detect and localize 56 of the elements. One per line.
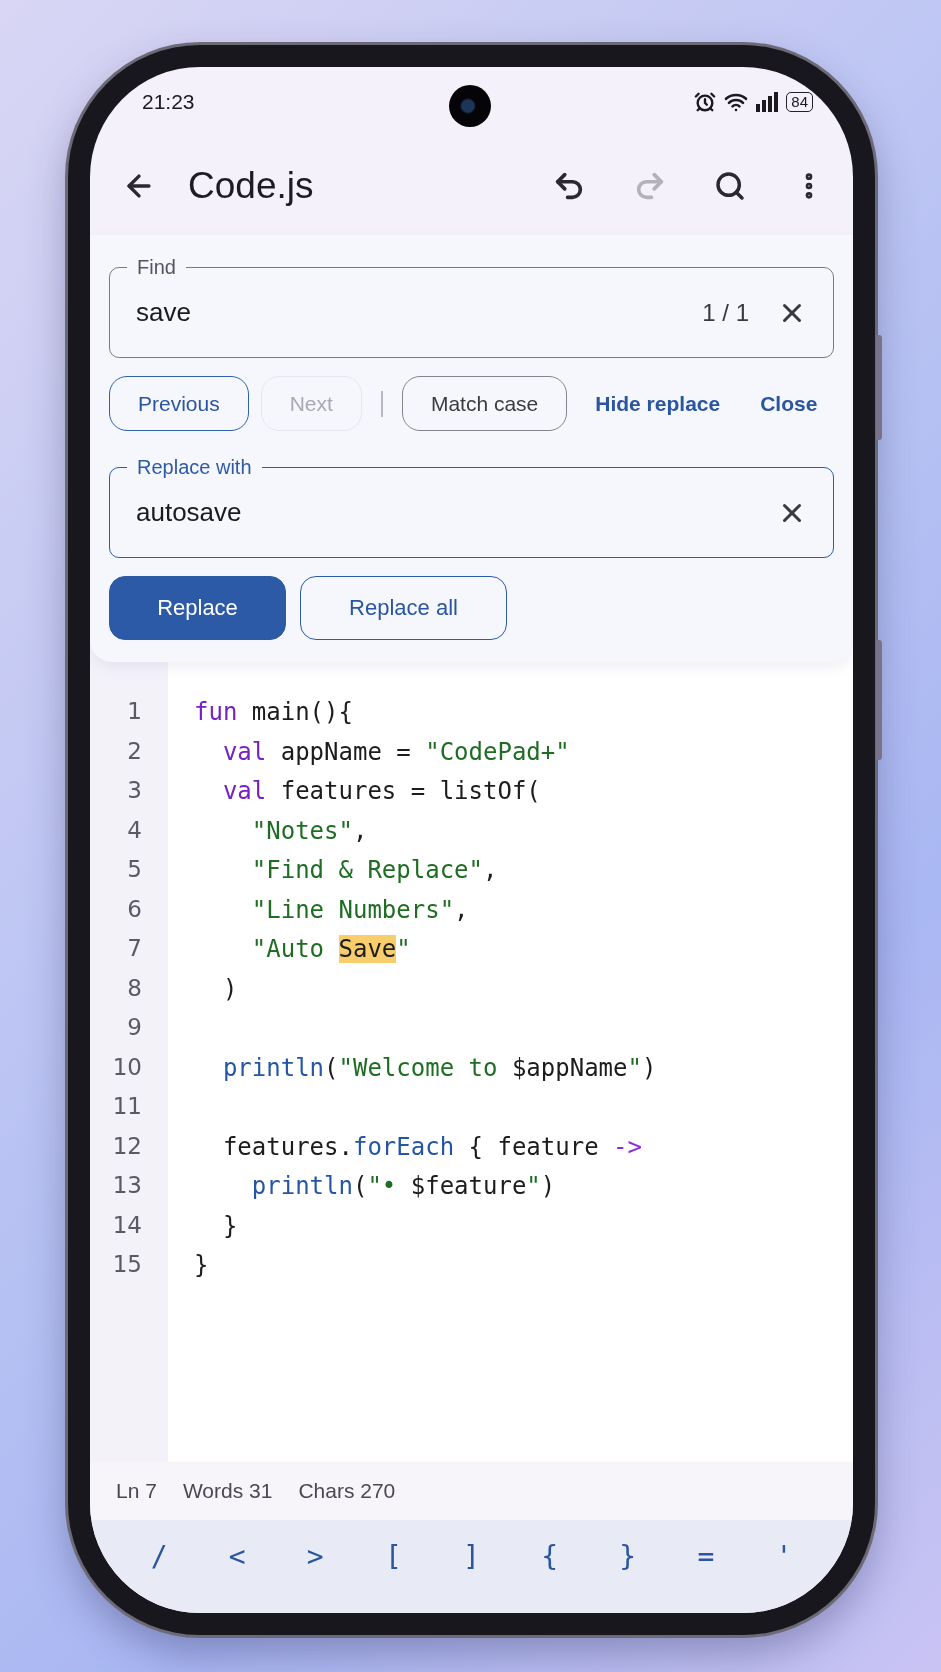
alarm-icon	[694, 91, 717, 113]
toggle-button[interactable]: Match case	[401, 376, 568, 431]
code-line: fun main(){	[194, 698, 353, 728]
camera-hole	[449, 85, 491, 127]
line-number: 15	[112, 1251, 142, 1279]
line-number: 12	[112, 1132, 142, 1161]
code-line: "Line Numbers",	[250, 895, 469, 926]
code-line: }	[221, 1211, 238, 1242]
line-number: 7	[127, 935, 142, 963]
find-input[interactable]: save	[136, 297, 703, 328]
editor-stat: Chars 270	[298, 1479, 396, 1503]
line-number: 11	[112, 1093, 142, 1121]
line-number: 5	[127, 856, 142, 884]
search-icon[interactable]	[714, 170, 746, 202]
file-title: Code.js	[188, 165, 315, 207]
symbol-key[interactable]: {	[531, 1536, 569, 1577]
code-line: val features = listOf(	[221, 777, 541, 807]
line-number: 13	[112, 1172, 142, 1200]
symbol-key[interactable]: =	[687, 1536, 725, 1577]
status-time: 21:23	[142, 90, 195, 114]
code-line: println("• $feature")	[250, 1172, 556, 1202]
code-line: "Notes",	[250, 816, 368, 847]
replace-button[interactable]: Replace	[109, 576, 286, 640]
symbol-key[interactable]: ]	[453, 1536, 490, 1577]
replace-input[interactable]: autosave	[136, 497, 777, 528]
code-line: println("Welcome to $appName")	[221, 1053, 657, 1084]
line-number: 3	[127, 777, 142, 805]
symbol-key[interactable]: '	[765, 1536, 803, 1577]
line-number: 14	[112, 1211, 142, 1240]
text-button[interactable]: Hide replace	[579, 391, 733, 416]
code-line: val appName = "CodePad+"	[221, 737, 570, 768]
symbol-key[interactable]: >	[296, 1536, 334, 1577]
line-number: 1	[127, 698, 142, 726]
line-number: 6	[127, 895, 142, 924]
replace-all-button[interactable]: Replace all	[300, 576, 507, 640]
text-button[interactable]: Close	[744, 391, 830, 416]
line-number: 10	[112, 1053, 142, 1082]
editor-stat: Ln 7	[116, 1479, 157, 1503]
line-number: 9	[127, 1014, 142, 1042]
symbol-key[interactable]: [	[374, 1536, 412, 1577]
editor-stat: Words 31	[182, 1479, 273, 1503]
line-number: 2	[127, 737, 142, 766]
symbol-key[interactable]: /	[140, 1536, 178, 1577]
code-line: features.forEach { feature ->	[221, 1132, 642, 1163]
battery-level: 84	[786, 92, 813, 112]
code-line: "Find & Replace",	[250, 856, 498, 886]
outlined-button[interactable]: Previous	[109, 376, 249, 431]
line-number: 4	[127, 816, 142, 845]
code-line: }	[194, 1251, 209, 1281]
symbol-key[interactable]: }	[609, 1536, 647, 1577]
code-line: )	[221, 974, 238, 1005]
line-number: 8	[127, 974, 142, 1003]
code-line: "Auto Save"	[250, 935, 411, 965]
signal-icon	[756, 92, 779, 112]
symbol-key[interactable]: <	[218, 1536, 256, 1577]
match-count: 1 / 1	[702, 298, 749, 327]
